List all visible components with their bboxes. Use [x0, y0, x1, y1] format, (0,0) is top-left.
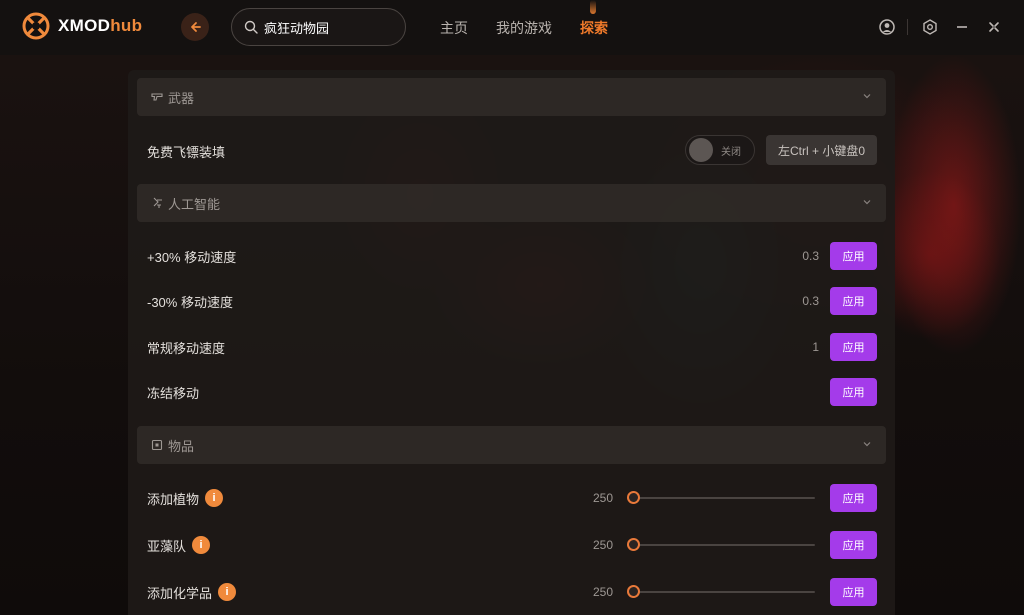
section-title-ai: 人工智能: [168, 196, 221, 212]
background-art-right: [894, 55, 1024, 455]
section-title-weapons: 武器: [168, 90, 195, 106]
cheat-label: 冻结移动: [147, 385, 200, 401]
window-controls: [865, 17, 1004, 37]
chevron-down-icon: [863, 200, 871, 205]
apply-button[interactable]: 应用: [830, 531, 877, 559]
apply-button[interactable]: 应用: [830, 578, 877, 606]
top-bar: XMODhub 主页 我的游戏 探索: [0, 0, 1024, 55]
section-title-items: 物品: [168, 438, 195, 454]
nav-active-indicator: [590, 0, 596, 14]
cheat-row-speed-plus: +30% 移动速度 0.3 应用: [147, 240, 877, 272]
cheat-value: 0.3: [802, 249, 819, 263]
divider: [907, 19, 908, 35]
logo-text-accent: hub: [110, 16, 143, 35]
cheat-row-add-chemicals: 添加化学品 i 250 应用: [147, 576, 877, 608]
slider-value: 250: [592, 491, 613, 505]
search-box[interactable]: [231, 8, 406, 46]
slider-track: [627, 491, 815, 504]
cheat-row-add-plants: 添加植物 i 250 应用: [147, 482, 877, 514]
info-icon[interactable]: i: [218, 583, 237, 601]
cheat-value: 1: [812, 340, 819, 354]
ai-icon: [151, 197, 163, 209]
cheat-row-normal-speed: 常规移动速度 1 应用: [147, 331, 877, 363]
slider-thumb[interactable]: [627, 538, 640, 551]
toggle-switch[interactable]: 关闭: [685, 135, 755, 165]
nav-explore[interactable]: 探索: [580, 18, 608, 38]
toggle-label: 关闭: [721, 146, 741, 158]
cheat-label: 添加化学品: [147, 585, 213, 601]
section-header-ai[interactable]: 人工智能: [137, 184, 886, 222]
slider-track: [627, 585, 815, 598]
value-slider[interactable]: [627, 491, 815, 505]
back-button[interactable]: [181, 13, 209, 41]
cheat-row-free-darts: 免费飞镖装填 关闭 左Ctrl + 小键盘0: [147, 135, 877, 167]
apply-button[interactable]: 应用: [830, 333, 877, 361]
cheat-row-algae: 亚藻队 i 250 应用: [147, 529, 877, 561]
value-slider[interactable]: [627, 538, 815, 552]
cheat-label: -30% 移动速度: [147, 294, 233, 310]
search-icon: [244, 20, 258, 34]
info-icon[interactable]: i: [192, 536, 211, 554]
nav-home[interactable]: 主页: [440, 18, 468, 38]
logo-text-main: XMOD: [58, 16, 111, 35]
close-icon[interactable]: [984, 17, 1004, 37]
slider-thumb[interactable]: [627, 585, 640, 598]
apply-button[interactable]: 应用: [830, 484, 877, 512]
app-logo[interactable]: XMODhub: [22, 12, 142, 40]
cheat-panel: 武器 免费飞镖装填 关闭 左Ctrl + 小键盘0 人工智能 +30% 移动速度…: [128, 70, 895, 615]
cheat-row-freeze: 冻结移动 应用: [147, 376, 877, 408]
cheat-label: 常规移动速度: [147, 340, 226, 356]
toggle-knob: [689, 138, 713, 162]
cheat-row-speed-minus: -30% 移动速度 0.3 应用: [147, 285, 877, 317]
slider-value: 250: [592, 585, 613, 599]
nav-my-games[interactable]: 我的游戏: [496, 18, 552, 38]
main-nav: 主页 我的游戏 探索: [440, 18, 636, 38]
cheat-label: 免费飞镖装填: [147, 144, 226, 160]
cheat-label: 亚藻队: [147, 538, 187, 554]
chevron-down-icon: [863, 442, 871, 447]
item-icon: [151, 439, 163, 451]
apply-button[interactable]: 应用: [830, 287, 877, 315]
chevron-down-icon: [863, 94, 871, 99]
info-icon[interactable]: i: [205, 489, 224, 507]
section-header-weapons[interactable]: 武器: [137, 78, 886, 116]
hotkey-button[interactable]: 左Ctrl + 小键盘0: [766, 135, 877, 165]
search-input[interactable]: [264, 19, 389, 35]
app-title: XMODhub: [58, 16, 142, 36]
apply-button[interactable]: 应用: [830, 378, 877, 406]
section-header-items[interactable]: 物品: [137, 426, 886, 464]
cheat-value: 0.3: [802, 294, 819, 308]
cheat-label: 添加植物: [147, 491, 200, 507]
gun-icon: [151, 91, 163, 103]
minimize-icon[interactable]: [952, 17, 972, 37]
apply-button[interactable]: 应用: [830, 242, 877, 270]
slider-thumb[interactable]: [627, 491, 640, 504]
arrow-left-icon: [191, 22, 201, 32]
cheat-label: +30% 移动速度: [147, 249, 237, 265]
xmod-logo-icon: [22, 12, 50, 40]
user-avatar-icon[interactable]: [877, 17, 897, 37]
slider-track: [627, 538, 815, 551]
slider-value: 250: [592, 538, 613, 552]
value-slider[interactable]: [627, 585, 815, 599]
settings-icon[interactable]: [920, 17, 940, 37]
